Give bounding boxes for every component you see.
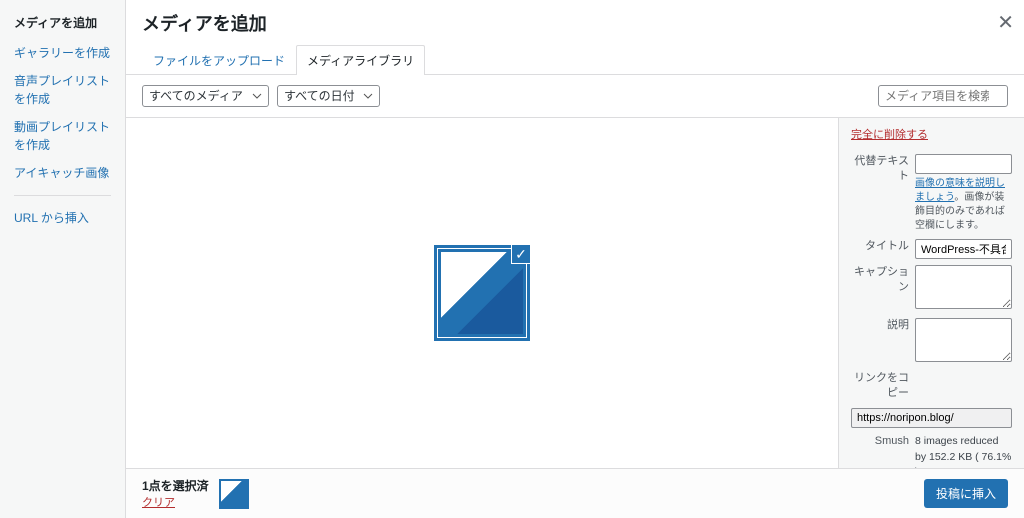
alt-text-input[interactable] (915, 154, 1012, 174)
close-button[interactable]: ✕ (997, 10, 1014, 35)
caption-textarea[interactable] (915, 265, 1012, 309)
description-label: 説明 (851, 318, 909, 333)
sidebar-item-video-playlist[interactable]: 動画プレイリストを作成 (0, 113, 125, 159)
attachment-details: 完全に削除する 代替テキスト 画像の意味を説明しましょう。画像が装飾目的のみであ… (838, 118, 1024, 468)
content-row: ✓ 完全に削除する 代替テキスト 画像の意味を説明しましょう。画像が装飾目的のみ… (126, 117, 1024, 468)
tab-library[interactable]: メディアライブラリ (296, 45, 425, 75)
modal-title: メディアを追加 (142, 10, 267, 36)
insert-into-post-button[interactable]: 投稿に挿入 (924, 479, 1008, 508)
details-top-actions: 完全に削除する (851, 118, 1012, 148)
selection-thumbnail[interactable] (219, 479, 249, 509)
sidebar-title: メディアを追加 (0, 14, 125, 39)
tab-bar: ファイルをアップロード メディアライブラリ (142, 44, 1008, 74)
selection-info: 1点を選択済 クリア (142, 477, 209, 510)
attachment-item[interactable]: ✓ (438, 249, 526, 337)
smush-info: 8 images reduced by 152.2 KB ( 76.1% ) I… (915, 434, 1012, 468)
copy-link-input[interactable] (851, 408, 1012, 428)
sidebar-separator (14, 195, 111, 196)
tab-upload[interactable]: ファイルをアップロード (142, 45, 296, 75)
sidebar-item-featured-image[interactable]: アイキャッチ画像 (0, 159, 125, 187)
sidebar-item-audio-playlist[interactable]: 音声プレイリストを作成 (0, 67, 125, 113)
check-icon[interactable]: ✓ (511, 244, 531, 264)
clear-selection-link[interactable]: クリア (142, 494, 209, 510)
delete-permanently-link[interactable]: 完全に削除する (851, 126, 1012, 142)
media-sidebar: メディアを追加 ギャラリーを作成 音声プレイリストを作成 動画プレイリストを作成… (0, 0, 126, 518)
alt-label: 代替テキスト (851, 154, 909, 185)
modal-header: メディアを追加 ✕ ファイルをアップロード メディアライブラリ (126, 0, 1024, 75)
filter-date-select[interactable]: すべての日付 (277, 85, 380, 107)
attachment-grid[interactable]: ✓ (126, 118, 838, 468)
modal-footer: 1点を選択済 クリア 投稿に挿入 (126, 468, 1024, 518)
smush-label: Smush (851, 434, 909, 449)
sidebar-item-gallery[interactable]: ギャラリーを作成 (0, 39, 125, 67)
sidebar-item-url-insert[interactable]: URL から挿入 (0, 204, 125, 232)
attachment-thumbnail[interactable]: ✓ (438, 249, 526, 337)
title-label: タイトル (851, 239, 909, 254)
copy-link-label: リンクをコピー (851, 371, 909, 402)
search-input[interactable] (878, 85, 1008, 107)
title-input[interactable] (915, 239, 1012, 259)
alt-help: 画像の意味を説明しましょう。画像が装飾目的のみであれば空欄にします。 (915, 177, 1012, 233)
main-panel: メディアを追加 ✕ ファイルをアップロード メディアライブラリ すべてのメディア… (126, 0, 1024, 518)
filter-type-select[interactable]: すべてのメディア (142, 85, 269, 107)
library-toolbar: すべてのメディア すべての日付 (126, 75, 1024, 117)
description-textarea[interactable] (915, 318, 1012, 362)
caption-label: キャプション (851, 265, 909, 296)
